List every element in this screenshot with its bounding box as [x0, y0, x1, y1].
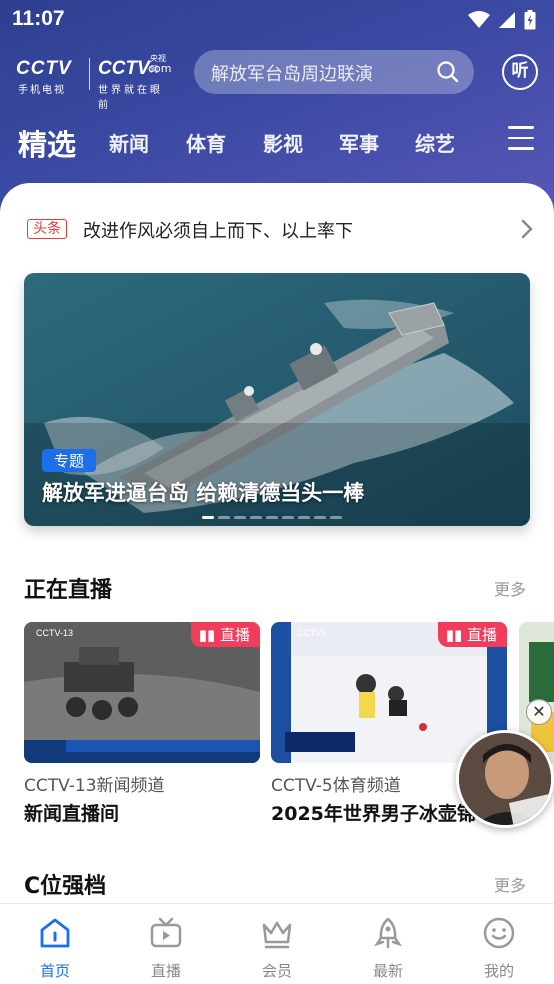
- carousel-dot[interactable]: [330, 516, 342, 519]
- live-bars-icon: ▮▮: [198, 626, 220, 644]
- logo-brand-left: CCTV: [16, 58, 72, 79]
- logo-tag: 央视网: [150, 54, 166, 74]
- tab-military[interactable]: 军事: [339, 128, 379, 157]
- tab-movies[interactable]: 影视: [263, 128, 303, 157]
- cctv-logo[interactable]: CCTV 手机电视 CCTV com 央视网 世界就在眼前: [16, 52, 172, 111]
- svg-text:CCTV5: CCTV5: [297, 628, 327, 638]
- status-time: 11:07: [12, 7, 65, 30]
- banner-title: 解放军进逼台岛 给赖清德当头一棒: [42, 481, 365, 505]
- channel-tabs: 精选 新闻 体育 影视 军事 综艺: [0, 118, 554, 168]
- carousel-dot[interactable]: [266, 516, 278, 519]
- nav-home[interactable]: 首页: [20, 916, 90, 981]
- live-channel: CCTV-13新闻频道: [24, 776, 165, 796]
- signal-icon: [499, 12, 515, 28]
- smiley-icon: [483, 917, 515, 949]
- svg-text:CCTV-13: CCTV-13: [36, 628, 73, 638]
- tab-jingxuan[interactable]: 精选: [18, 122, 76, 164]
- home-icon: [40, 918, 70, 948]
- carousel-dot[interactable]: [234, 516, 246, 519]
- carousel-dot[interactable]: [298, 516, 310, 519]
- logo-brand-right: CCTV: [98, 58, 150, 79]
- headline-row[interactable]: 头条 改进作风必须自上而下、以上率下: [27, 218, 537, 242]
- bottom-nav: 首页 直播 会员 最新 我的: [0, 903, 554, 984]
- nav-latest[interactable]: 最新: [353, 916, 423, 981]
- c-more-link[interactable]: 更多: [494, 872, 526, 896]
- wifi-icon: [468, 11, 490, 28]
- live-program: 新闻直播间: [24, 803, 120, 825]
- logo-sub-left: 手机电视: [18, 85, 66, 96]
- tab-variety[interactable]: 综艺: [415, 128, 455, 157]
- floating-video-avatar[interactable]: [456, 730, 554, 828]
- carousel-dot[interactable]: [314, 516, 326, 519]
- menu-icon[interactable]: [508, 126, 534, 158]
- nav-live-label: 直播: [150, 962, 181, 980]
- carousel-dot[interactable]: [282, 516, 294, 519]
- tab-sports[interactable]: 体育: [186, 128, 226, 157]
- carousel-indicator: [202, 516, 342, 519]
- headline-text: 改进作风必须自上而下、以上率下: [83, 221, 353, 242]
- rocket-icon: [373, 917, 403, 949]
- status-icons: [468, 10, 536, 30]
- live-section-title: 正在直播: [24, 578, 113, 603]
- nav-mine-label: 我的: [483, 962, 514, 980]
- live-bars-icon: ▮▮: [445, 626, 467, 644]
- search-placeholder: 解放军台岛周边联演: [211, 64, 373, 85]
- carousel-dot[interactable]: [250, 516, 262, 519]
- crown-icon: [262, 921, 292, 949]
- logo-sub-right: 世界就在眼前: [98, 85, 163, 111]
- status-bar: 11:07: [0, 0, 554, 40]
- search-input[interactable]: 解放军台岛周边联演: [194, 50, 474, 94]
- live-badge-label: 直播: [466, 626, 497, 644]
- close-icon[interactable]: ✕: [526, 699, 552, 725]
- nav-vip[interactable]: 会员: [242, 916, 312, 981]
- nav-latest-label: 最新: [372, 962, 403, 980]
- live-badge-label: 直播: [219, 626, 250, 644]
- nav-mine[interactable]: 我的: [464, 916, 534, 981]
- live-badge: ▮▮ 直播: [437, 622, 507, 647]
- carousel-dot[interactable]: [218, 516, 230, 519]
- carousel-dot[interactable]: [202, 516, 214, 519]
- live-badge: ▮▮ 直播: [190, 622, 260, 647]
- tab-news[interactable]: 新闻: [109, 128, 149, 157]
- chevron-right-icon: [520, 219, 534, 244]
- topic-badge: 专题: [42, 449, 97, 472]
- c-section-title: C位强档: [24, 874, 107, 899]
- live-more-link[interactable]: 更多: [494, 576, 526, 600]
- nav-vip-label: 会员: [261, 962, 292, 980]
- tv-icon: [150, 917, 182, 948]
- search-icon[interactable]: [436, 60, 460, 84]
- live-card[interactable]: CCTV-13 ▮▮ 直播 CCTV-13新闻频道 新闻直播间: [24, 622, 260, 826]
- logo-divider: [89, 58, 90, 90]
- headline-tag: 头条: [27, 219, 67, 239]
- battery-icon: [524, 10, 536, 30]
- live-thumbnail: CCTV-13 ▮▮ 直播: [24, 622, 260, 763]
- nav-home-label: 首页: [39, 962, 70, 980]
- nav-live[interactable]: 直播: [131, 916, 201, 981]
- listen-button[interactable]: 听: [502, 54, 538, 90]
- featured-banner[interactable]: 专题 解放军进逼台岛 给赖清德当头一棒: [24, 273, 530, 526]
